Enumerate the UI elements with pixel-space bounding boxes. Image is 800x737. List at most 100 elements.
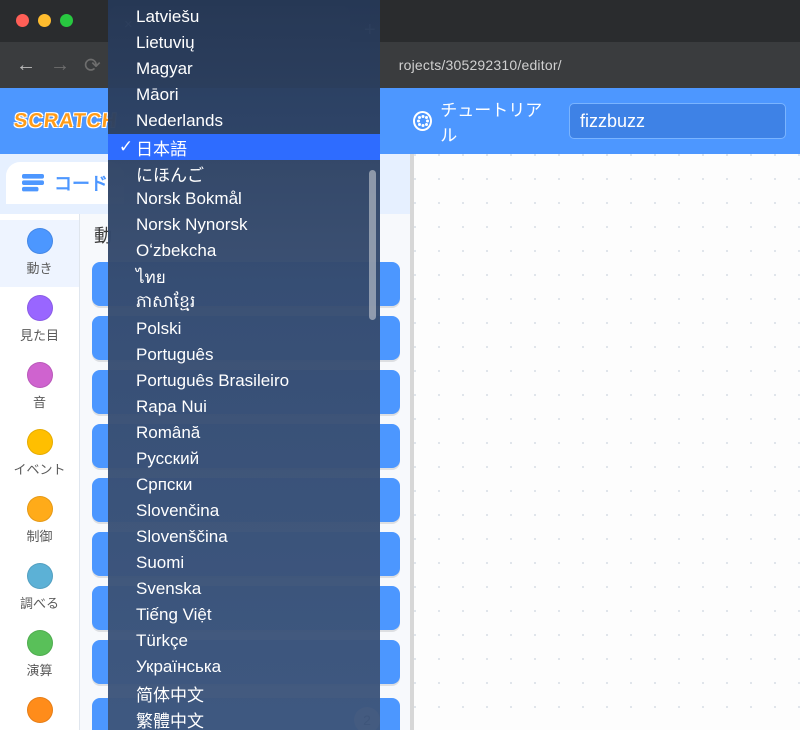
language-item[interactable]: ✓日本語 — [108, 134, 380, 160]
zoom-window-button[interactable] — [60, 14, 73, 27]
language-item[interactable]: Māori — [108, 82, 380, 108]
language-label: 繁體中文 — [136, 707, 204, 731]
category-label: イベント — [13, 459, 65, 478]
language-item[interactable]: Српски — [108, 472, 380, 498]
category-color-icon — [27, 228, 53, 254]
language-label: Português Brasileiro — [136, 371, 289, 391]
language-label: Latviešu — [136, 7, 199, 27]
scrollbar-thumb[interactable] — [369, 170, 376, 320]
language-item[interactable]: Polski — [108, 316, 380, 342]
category-label: 調べる — [20, 593, 59, 612]
language-item[interactable]: Nederlands — [108, 108, 380, 134]
category-color-icon — [27, 362, 53, 388]
category-color-icon — [27, 697, 53, 723]
category-item[interactable]: 調べる — [0, 555, 79, 622]
language-item[interactable]: Slovenčina — [108, 498, 380, 524]
language-label: Magyar — [136, 59, 193, 79]
language-item[interactable]: Русский — [108, 446, 380, 472]
language-item[interactable]: Latviešu — [108, 4, 380, 30]
language-item[interactable]: Suomi — [108, 550, 380, 576]
language-label: Svenska — [136, 579, 201, 599]
language-item[interactable]: Oʻzbekcha — [108, 238, 380, 264]
category-color-icon — [27, 563, 53, 589]
category-color-icon — [27, 429, 53, 455]
minimize-window-button[interactable] — [38, 14, 51, 27]
language-label: にほんご — [136, 161, 204, 186]
workspace[interactable] — [410, 154, 800, 730]
tutorials-label: チュートリアル — [440, 96, 551, 146]
language-label: Slovenčina — [136, 501, 219, 521]
language-label: Rapa Nui — [136, 397, 207, 417]
category-item[interactable]: 動き — [0, 220, 79, 287]
scratch-logo[interactable]: SCRATCH — [13, 110, 119, 133]
language-item[interactable]: Norsk Bokmål — [108, 186, 380, 212]
language-item[interactable]: Tiếng Việt — [108, 602, 380, 628]
category-item[interactable]: 制御 — [0, 488, 79, 555]
language-item[interactable]: にほんご — [108, 160, 380, 186]
window-controls — [16, 14, 73, 27]
back-button[interactable]: ← — [16, 54, 36, 77]
language-item[interactable]: Português Brasileiro — [108, 368, 380, 394]
language-label: Lietuvių — [136, 33, 195, 53]
tab-code[interactable]: コード — [6, 162, 124, 204]
category-label: 動き — [26, 258, 52, 277]
category-color-icon — [27, 630, 53, 656]
language-item[interactable]: Norsk Nynorsk — [108, 212, 380, 238]
language-item[interactable]: Rapa Nui — [108, 394, 380, 420]
category-color-icon — [27, 496, 53, 522]
language-label: Русский — [136, 449, 199, 469]
category-item[interactable]: 演算 — [0, 622, 79, 689]
code-icon — [22, 174, 44, 192]
project-name-value: fizzbuzz — [580, 111, 645, 132]
check-icon: ✓ — [116, 137, 136, 157]
language-label: ไทย — [136, 264, 166, 291]
category-label: 制御 — [26, 526, 52, 545]
language-label: 日本語 — [136, 135, 187, 160]
tab-code-label: コード — [54, 170, 108, 196]
category-palette: 動き見た目音イベント制御調べる演算 — [0, 214, 80, 730]
language-label: Српски — [136, 475, 192, 495]
language-label: Português — [136, 345, 214, 365]
language-label: Română — [136, 423, 200, 443]
language-item[interactable]: Türkçe — [108, 628, 380, 654]
language-label: Türkçe — [136, 631, 188, 651]
close-window-button[interactable] — [16, 14, 29, 27]
category-item[interactable]: イベント — [0, 421, 79, 488]
language-item[interactable]: Magyar — [108, 56, 380, 82]
language-item[interactable]: Lietuvių — [108, 30, 380, 56]
language-item[interactable]: Svenska — [108, 576, 380, 602]
tutorials-button[interactable]: チュートリアル — [413, 96, 551, 146]
language-label: Polski — [136, 319, 181, 339]
category-color-icon — [27, 295, 53, 321]
category-item[interactable]: 音 — [0, 354, 79, 421]
language-label: Nederlands — [136, 111, 223, 131]
reload-button[interactable]: ⟳ — [84, 53, 101, 78]
category-label: 音 — [33, 392, 46, 411]
language-label: Norsk Bokmål — [136, 189, 242, 209]
category-item[interactable]: 見た目 — [0, 287, 79, 354]
language-item[interactable]: Українська — [108, 654, 380, 680]
language-label: Українська — [136, 657, 221, 677]
language-label: Suomi — [136, 553, 184, 573]
language-menu[interactable]: LatviešuLietuviųMagyarMāoriNederlands✓日本… — [108, 0, 380, 730]
language-item[interactable]: 简体中文 — [108, 680, 380, 706]
language-item[interactable]: Română — [108, 420, 380, 446]
language-label: Oʻzbekcha — [136, 241, 216, 261]
language-label: Norsk Nynorsk — [136, 215, 247, 235]
language-item[interactable]: ភាសាខ្មែរ — [108, 290, 380, 316]
lightbulb-icon — [413, 111, 432, 131]
language-label: Slovenščina — [136, 527, 228, 547]
language-label: 简体中文 — [136, 681, 204, 706]
language-label: ភាសាខ្មែរ — [136, 291, 195, 316]
project-name-input[interactable]: fizzbuzz — [569, 103, 786, 139]
category-label: 演算 — [26, 660, 52, 679]
language-label: Tiếng Việt — [136, 605, 212, 625]
language-item[interactable]: Português — [108, 342, 380, 368]
language-item[interactable]: ไทย — [108, 264, 380, 290]
address-bar-fragment[interactable]: rojects/305292310/editor/ — [399, 57, 562, 73]
forward-button[interactable]: → — [50, 54, 70, 77]
language-item[interactable]: 繁體中文 — [108, 706, 380, 730]
language-item[interactable]: Slovenščina — [108, 524, 380, 550]
language-label: Māori — [136, 85, 179, 105]
category-label: 見た目 — [20, 325, 59, 344]
